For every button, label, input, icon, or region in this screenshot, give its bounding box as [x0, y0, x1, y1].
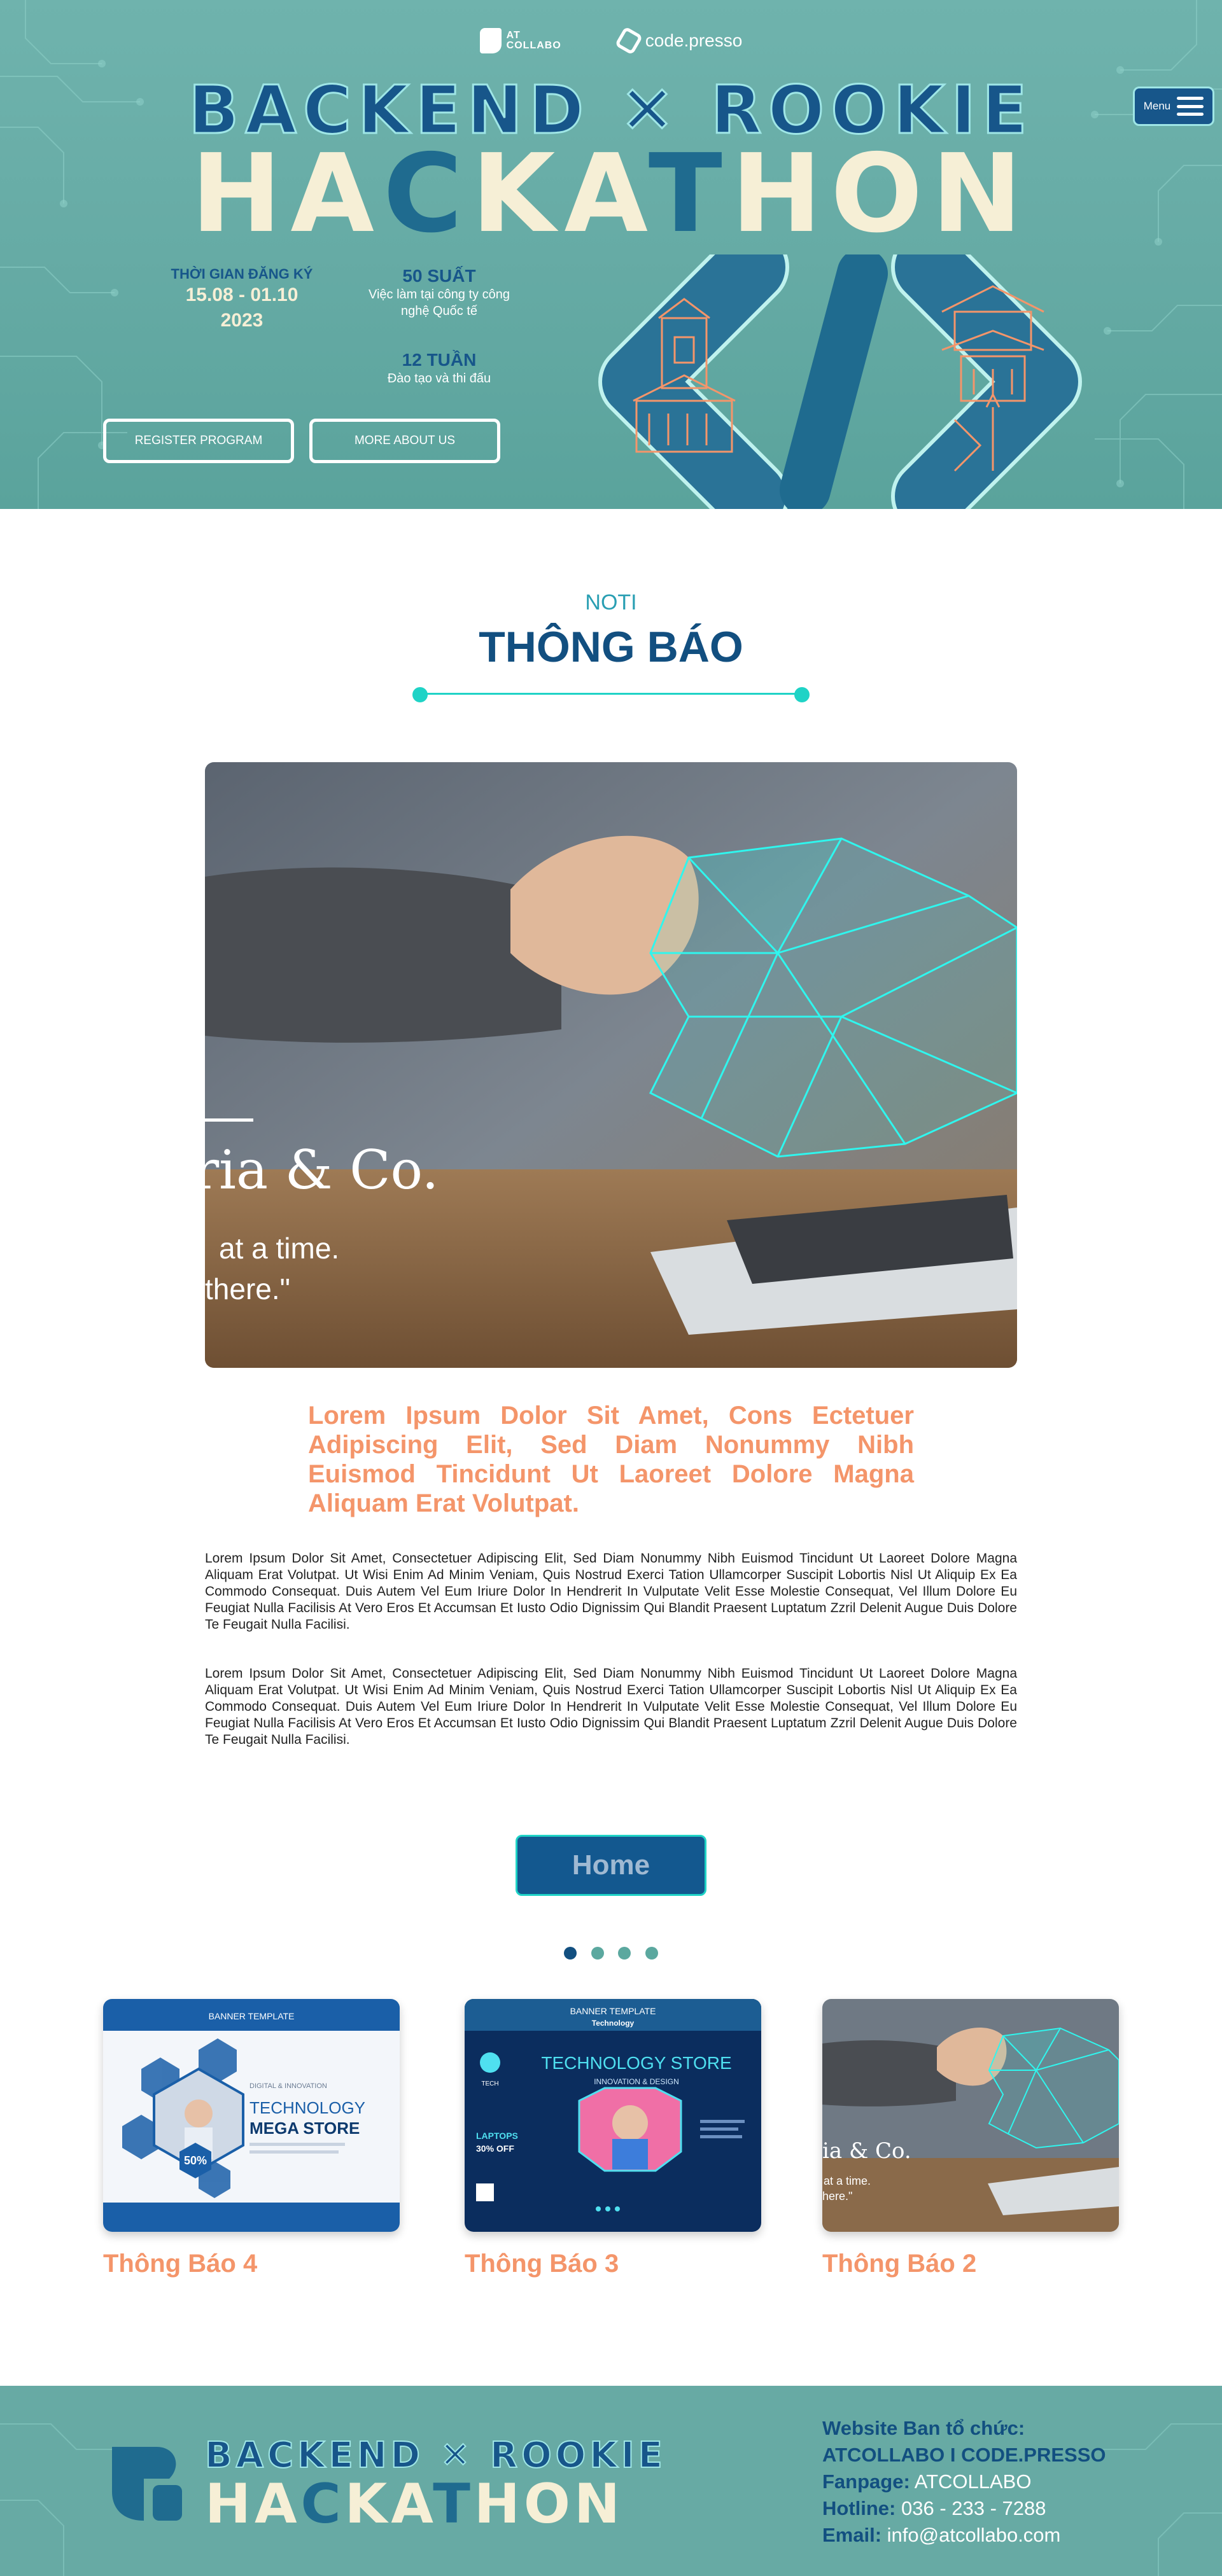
- registration-dates: 15.08 - 01.10: [185, 284, 298, 305]
- hero-title-part1: HA: [191, 131, 383, 257]
- featured-image-line2: there.": [205, 1272, 290, 1305]
- partner-logos: AT COLLABO code.presso: [0, 26, 1222, 55]
- featured-image-brand: ria & Co.: [205, 1139, 439, 1201]
- title-divider: [412, 687, 810, 702]
- atcollabo-logo[interactable]: AT COLLABO: [479, 28, 561, 53]
- news-card-title[interactable]: Thông Báo 4: [103, 2250, 400, 2278]
- hero-title-line2: HACKATHON: [159, 140, 1063, 248]
- card2-banner-label: BANNER TEMPLATE: [570, 2006, 656, 2016]
- carousel-dot-2[interactable]: [591, 1947, 604, 1960]
- carousel-dot-4[interactable]: [645, 1947, 658, 1960]
- hotline-label: Hotline:: [822, 2497, 896, 2519]
- section-title: THÔNG BÁO: [479, 623, 743, 671]
- email-value[interactable]: info@atcollabo.com: [887, 2524, 1061, 2546]
- card2-brand: TECH: [481, 2080, 498, 2087]
- card2-badge-line2: 30% OFF: [476, 2143, 514, 2154]
- news-card-thumbnail[interactable]: BANNER TEMPLATE 50% DIGITAL & INNOVATION…: [103, 1999, 400, 2232]
- menu-button[interactable]: Menu: [1133, 87, 1214, 126]
- news-card-thumbnail[interactable]: BANNER TEMPLATE Technology TECHNOLOGY ST…: [465, 1999, 761, 2232]
- hero-title-part3: KA: [471, 131, 649, 257]
- registration-label: THỜI GIAN ĐĂNG KÝ: [171, 266, 313, 282]
- article-lead: Lorem Ipsum Dolor Sit Amet, Cons Ectetue…: [308, 1402, 914, 1517]
- news-card[interactable]: ia & Co. at a time. here." Thông Báo 2: [822, 1999, 1119, 2278]
- registration-year: 2023: [220, 310, 263, 331]
- carousel-dot-1[interactable]: [564, 1947, 577, 1960]
- card3-caption-line2: here.": [822, 2190, 852, 2203]
- registration-info: THỜI GIAN ĐĂNG KÝ 15.08 - 01.10 2023: [153, 266, 331, 333]
- carousel-dot-3[interactable]: [618, 1947, 631, 1960]
- footer-contact: Website Ban tổ chức: ATCOLLABO I CODE.PR…: [822, 2415, 1106, 2549]
- card1-heading2: MEGA STORE: [249, 2119, 360, 2138]
- website-label: Website Ban tổ chức:: [822, 2417, 1025, 2439]
- news-card[interactable]: BANNER TEMPLATE 50% DIGITAL & INNOVATION…: [103, 1999, 400, 2278]
- weeks-info: 12 TUẦN Đào tạo và thi đấu: [363, 350, 516, 387]
- more-about-us-button[interactable]: MORE ABOUT US: [309, 419, 500, 463]
- hero-banner: AT COLLABO code.presso BACKEND ✕ ROOKIE …: [0, 0, 1222, 509]
- atcollabo-logo-line2: COLLABO: [506, 40, 561, 51]
- home-button[interactable]: Home: [516, 1835, 706, 1896]
- carousel-dots: [564, 1947, 658, 1961]
- atcollabo-logo-icon: [479, 28, 502, 53]
- codepresso-logo[interactable]: code.presso: [614, 26, 743, 55]
- hero-title-part4: T: [648, 131, 731, 257]
- hero-title-part5: HON: [731, 131, 1031, 257]
- footer-title-part5: HON: [474, 2472, 624, 2536]
- footer-title-part2: C: [300, 2472, 345, 2536]
- footer-title-part1: HA: [205, 2472, 301, 2536]
- featured-image-line1: at a time.: [219, 1232, 339, 1265]
- email-label: Email:: [822, 2524, 882, 2546]
- news-card[interactable]: BANNER TEMPLATE Technology TECHNOLOGY ST…: [465, 1999, 761, 2278]
- card3-caption-brand: ia & Co.: [822, 2138, 911, 2164]
- hamburger-icon: [1177, 97, 1204, 116]
- register-program-button[interactable]: REGISTER PROGRAM: [103, 419, 294, 463]
- codepresso-logo-text: code.presso: [645, 31, 743, 50]
- fanpage-value[interactable]: ATCOLLABO: [915, 2470, 1032, 2493]
- article-paragraph-2: Lorem Ipsum Dolor Sit Amet, Consectetuer…: [205, 1666, 1017, 1747]
- article-paragraph-1: Lorem Ipsum Dolor Sit Amet, Consectetuer…: [205, 1551, 1017, 1632]
- slots-desc: Việc làm tại công ty công nghệ Quốc tế: [369, 288, 510, 318]
- card2-heading1: TECHNOLOGY STORE: [541, 2053, 731, 2073]
- card1-badge: 50%: [184, 2154, 207, 2167]
- menu-label: Menu: [1143, 100, 1171, 112]
- site-footer: BACKEND ✕ ROOKIE HACKATHON Website Ban t…: [0, 2386, 1222, 2576]
- card1-tag: DIGITAL & INNOVATION: [249, 2082, 327, 2090]
- news-card-title[interactable]: Thông Báo 2: [822, 2250, 1119, 2278]
- fanpage-label: Fanpage:: [822, 2470, 910, 2493]
- section-subtitle: NOTI: [585, 590, 637, 615]
- hotline-value[interactable]: 036 - 233 - 7288: [901, 2497, 1046, 2519]
- weeks-title: 12 TUẦN: [402, 350, 477, 370]
- card3-caption-line1: at a time.: [824, 2175, 871, 2187]
- card2-banner-sub: Technology: [592, 2019, 635, 2028]
- hero-title-part2: C: [383, 131, 472, 257]
- website-value[interactable]: ATCOLLABO I CODE.PRESSO: [822, 2444, 1106, 2466]
- news-card-title[interactable]: Thông Báo 3: [465, 2250, 761, 2278]
- weeks-desc: Đào tạo và thi đấu: [387, 372, 491, 386]
- footer-atcollabo-logo-icon: [112, 2447, 182, 2521]
- footer-title-line2: HACKATHON: [205, 2474, 624, 2535]
- card1-heading1: TECHNOLOGY: [249, 2098, 365, 2117]
- slots-info: 50 SUẤT Việc làm tại công ty công nghệ Q…: [363, 266, 516, 319]
- featured-image: ria & Co. at a time. there.": [205, 762, 1017, 1368]
- codepresso-hex-icon: [614, 26, 643, 55]
- card2-heading2: INNOVATION & DESIGN: [594, 2077, 679, 2086]
- footer-title-part4: T: [433, 2472, 474, 2536]
- news-card-thumbnail[interactable]: ia & Co. at a time. here.": [822, 1999, 1119, 2232]
- slots-title: 50 SUẤT: [402, 266, 476, 286]
- card2-badge-line1: LAPTOPS: [476, 2131, 518, 2141]
- footer-title-part3: KA: [344, 2472, 433, 2536]
- card1-banner-label: BANNER TEMPLATE: [209, 2011, 295, 2021]
- atcollabo-logo-line1: AT: [506, 30, 521, 41]
- footer-title-line1: BACKEND ✕ ROOKIE: [204, 2435, 666, 2476]
- code-brackets-illustration: [598, 254, 1082, 509]
